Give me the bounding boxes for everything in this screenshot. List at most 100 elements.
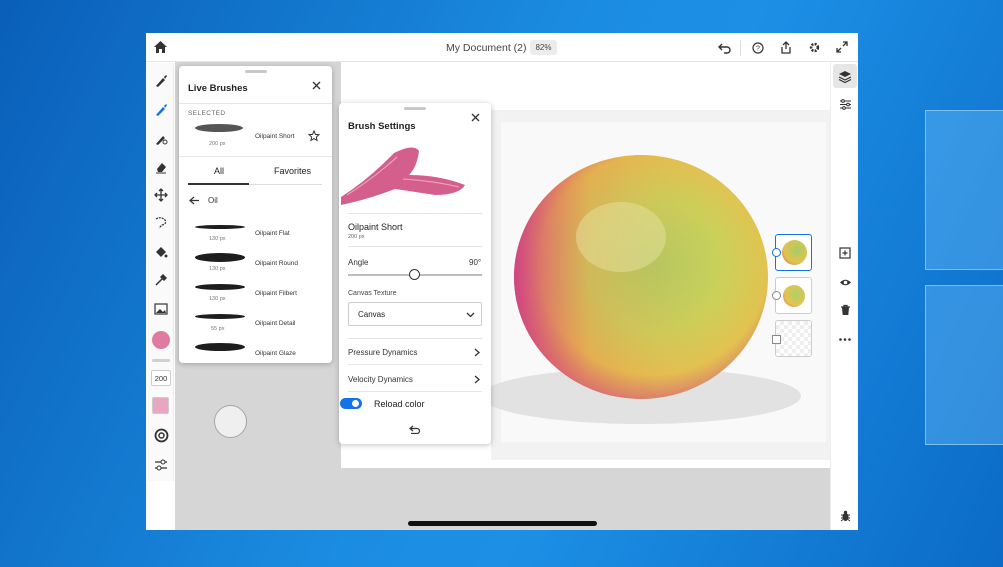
brush-px: 130 px [209,296,226,302]
divider [348,364,482,365]
brush-stroke-preview [195,225,245,229]
home-indicator[interactable] [408,521,597,526]
move-icon[interactable] [152,186,170,204]
delete-icon[interactable] [837,302,853,318]
image-layer-icon[interactable] [772,335,781,344]
panel-grip[interactable] [404,107,426,110]
divider [348,246,482,247]
brush-px: 55 px [211,326,225,332]
reset-icon[interactable] [408,423,422,435]
fullscreen-icon[interactable] [834,39,850,55]
brush-name: Oilpaint Detail [255,320,296,327]
chevron-right-icon [472,374,482,384]
close-icon[interactable] [309,78,323,92]
brush-item[interactable]: Oilpaint Glaze [179,339,332,363]
brush-px: 130 px [209,236,226,242]
layer-preview [783,285,805,307]
undo-divider [740,40,741,56]
document-title[interactable]: My Document (2) [446,42,527,54]
share-icon[interactable] [778,39,794,55]
velocity-dynamics-label: Velocity Dynamics [348,375,413,384]
bug-icon[interactable] [837,508,853,524]
panel-grip[interactable] [244,70,267,73]
divider [348,391,482,392]
brush-px: 130 px [209,266,226,272]
selected-label: SELECTED [188,110,226,117]
brush-item[interactable]: 130 px Oilpaint Round [179,249,332,279]
right-sidebar [830,62,858,530]
pixel-brush-icon[interactable] [152,72,170,90]
image-icon[interactable] [152,300,170,318]
tab-all[interactable]: All [214,166,224,176]
brush-item[interactable]: 130 px Oilpaint Flat [179,219,332,249]
add-layer-icon[interactable] [837,245,853,261]
star-icon[interactable] [307,129,321,143]
close-icon[interactable] [468,110,482,124]
brush-item[interactable]: 130 px Oilpaint Filbert [179,279,332,309]
brush-stroke-preview [195,253,245,262]
adjustments-icon[interactable] [837,96,853,112]
vector-brush-icon[interactable] [152,130,170,148]
brush-size-field[interactable]: 200 [151,370,171,386]
reload-color-toggle[interactable] [340,398,362,409]
pressure-dynamics-row[interactable]: Pressure Dynamics [348,339,482,364]
divider [179,103,332,104]
pressure-dynamics-label: Pressure Dynamics [348,348,418,357]
velocity-dynamics-row[interactable]: Velocity Dynamics [348,366,482,391]
fill-icon[interactable] [152,243,170,261]
brush-item[interactable]: 55 px Oilpaint Detail [179,309,332,339]
top-bar: My Document (2) 82% ? [146,33,858,62]
live-brush-icon[interactable] [152,101,170,119]
settings-icon[interactable] [806,39,822,55]
category-label: Oil [208,196,218,205]
brush-stroke-preview [195,314,245,319]
home-icon[interactable] [152,39,168,55]
toggle-knob [352,400,359,407]
color-swatch[interactable] [152,331,170,349]
angle-label: Angle [348,258,369,267]
eyedropper-icon[interactable] [152,271,170,289]
reload-color-label: Reload color [374,399,425,409]
more-icon[interactable] [837,331,853,347]
divider [348,213,482,214]
brush-px: 200 px [348,234,365,240]
canvas-texture-label: Canvas Texture [348,290,397,297]
blend-mode-icon[interactable] [772,291,781,300]
undo-icon[interactable] [716,40,732,56]
selected-brush-name: Oilpaint Short [255,133,295,140]
brush-name: Oilpaint Flat [255,230,290,237]
angle-slider-handle[interactable] [409,269,420,280]
visibility-icon[interactable] [837,274,853,290]
selected-brush-stroke [195,124,243,132]
zoom-level[interactable]: 82% [530,40,557,55]
selected-brush-px: 200 px [209,141,226,147]
divider [179,156,332,157]
brush-name: Oilpaint Short [348,222,403,232]
brush-stroke-preview [195,343,245,351]
fresco-app-window: My Document (2) 82% ? 200 Live Brushes S… [146,33,858,530]
brush-settings-icon[interactable] [152,456,170,474]
brush-name: Oilpaint Filbert [255,290,297,297]
brush-name: Oilpaint Glaze [255,350,296,357]
touch-modifier-button[interactable] [214,405,247,438]
canvas-texture-dropdown[interactable]: Canvas [348,302,482,326]
brush-settings-panel: Brush Settings Oilpaint Short 200 px Ang… [339,103,491,444]
canvas-texture-value: Canvas [358,310,386,319]
svg-text:?: ? [756,46,760,53]
eraser-icon[interactable] [152,158,170,176]
help-icon[interactable]: ? [750,40,766,56]
windows-logo [925,110,1003,470]
chevron-right-icon [472,347,482,357]
opacity-swatch[interactable] [152,397,169,414]
blend-mode-icon[interactable] [772,248,781,257]
layers-icon[interactable] [833,64,857,88]
tool-bar: 200 [147,63,174,481]
selection-icon[interactable] [152,214,170,232]
spiral-icon[interactable] [152,426,170,444]
chevron-down-icon [465,310,475,320]
back-arrow-icon[interactable] [187,193,201,207]
tab-favorites[interactable]: Favorites [274,166,311,176]
tab-all-underline [188,183,249,185]
brush-preview-stroke [341,147,465,205]
live-brushes-title: Live Brushes [188,83,248,94]
